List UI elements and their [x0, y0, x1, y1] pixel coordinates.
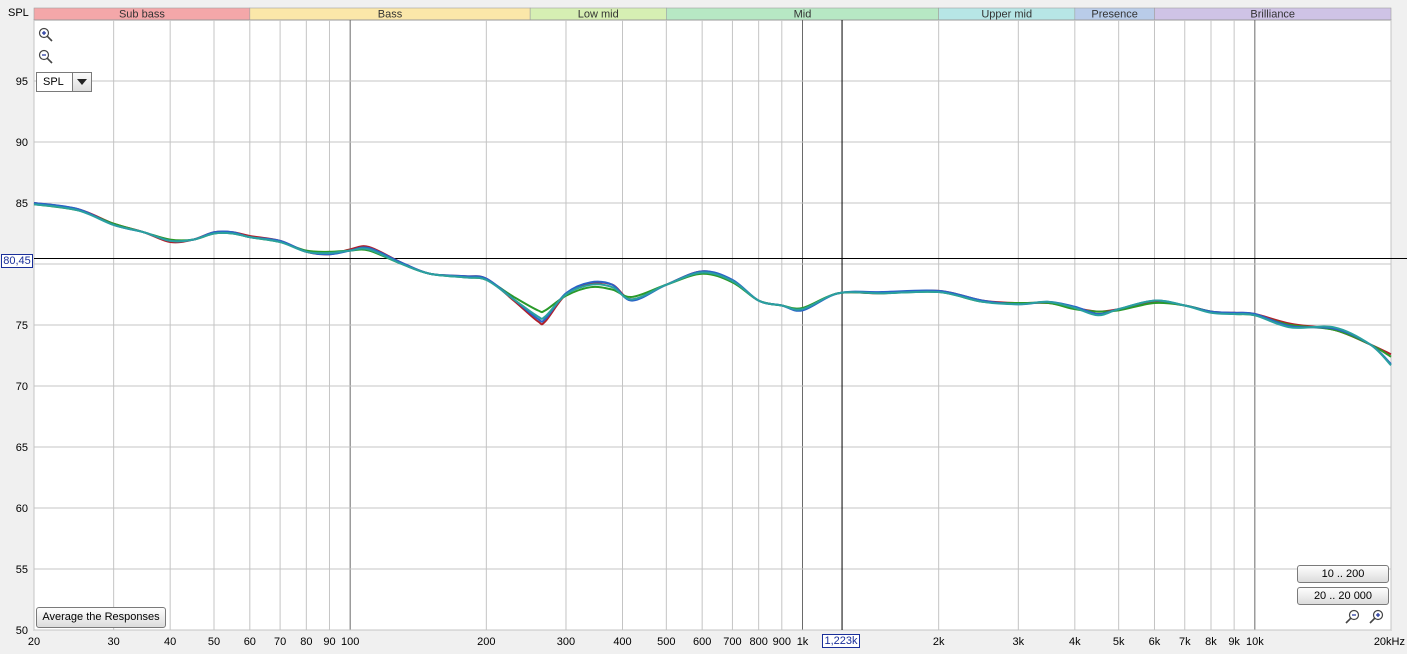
y-tick-label: 85 [16, 198, 28, 210]
x-tick-label: 700 [723, 636, 741, 648]
x-tick-label: 30 [108, 636, 120, 648]
x-tick-label: 50 [208, 636, 220, 648]
x-tick-label: 9k [1228, 636, 1240, 648]
y-axis-ticks: 50556065707580859095 [16, 76, 28, 637]
x-tick-label: 20 [28, 636, 40, 648]
x-tick-label: 6k [1149, 636, 1161, 648]
y-tick-label: 50 [16, 625, 28, 637]
x-tick-label: 300 [557, 636, 575, 648]
y-tick-label: 95 [16, 76, 28, 88]
band-label: Brilliance [1250, 9, 1295, 21]
zoom-in-icon[interactable] [1368, 609, 1384, 625]
x-tick-label: 90 [323, 636, 335, 648]
x-tick-label: 70 [274, 636, 286, 648]
measurement-type-select[interactable]: SPL [36, 72, 92, 92]
x-tick-label: 5k [1113, 636, 1125, 648]
x-tick-label: 100 [341, 636, 359, 648]
x-tick-label: 900 [773, 636, 791, 648]
chevron-down-icon[interactable] [72, 73, 91, 91]
x-axis-ticks: 20 30 40 50 60 70 80 90 100 200 300 400 500 600 700 800… [28, 636, 1405, 648]
range-10-200-button[interactable]: 10 .. 200 [1297, 565, 1389, 583]
cursor-x-readout: 1,223k [822, 634, 860, 648]
range-20-20000-button[interactable]: 20 .. 20 000 [1297, 587, 1389, 605]
average-responses-button[interactable]: Average the Responses [36, 607, 166, 628]
band-label: Sub bass [119, 9, 165, 21]
zoom-out-icon[interactable] [38, 49, 54, 65]
x-tick-label: 600 [693, 636, 711, 648]
x-tick-label: 7k [1179, 636, 1191, 648]
y-tick-label: 55 [16, 564, 28, 576]
x-tick-label: 8k [1205, 636, 1217, 648]
frequency-band-strip: Sub bass Bass Low mid Mid Upper mid Presence B… [33, 7, 1392, 21]
x-tick-label: 800 [749, 636, 767, 648]
band-label: Upper mid [981, 9, 1032, 21]
y-tick-label: 90 [16, 137, 28, 149]
band-label: Mid [794, 9, 812, 21]
y-tick-label: 70 [16, 381, 28, 393]
x-tick-label: 200 [477, 636, 495, 648]
rew-spl-graph-window: Sub bass Bass Low mid Mid Upper mid Presence B… [0, 0, 1407, 654]
y-axis-title: SPL [8, 7, 29, 19]
zoom-in-icon[interactable] [38, 27, 54, 43]
x-tick-label: 4k [1069, 636, 1081, 648]
measurement-type-value: SPL [43, 76, 64, 88]
x-tick-label: 1k [797, 636, 809, 648]
x-tick-label: 400 [613, 636, 631, 648]
zoom-out-icon[interactable] [1344, 609, 1360, 625]
spl-plot[interactable]: Sub bass Bass Low mid Mid Upper mid Presence B… [0, 0, 1407, 654]
y-tick-label: 75 [16, 320, 28, 332]
x-tick-label: 20kHz [1374, 636, 1405, 648]
y-tick-label: 60 [16, 503, 28, 515]
x-tick-label: 80 [300, 636, 312, 648]
cursor-y-readout: 80,45 [1, 254, 33, 268]
x-tick-label: 500 [657, 636, 675, 648]
band-label: Low mid [578, 9, 619, 21]
x-tick-label: 2k [933, 636, 945, 648]
x-tick-label: 10k [1246, 636, 1264, 648]
x-tick-label: 40 [164, 636, 176, 648]
x-tick-label: 60 [244, 636, 256, 648]
band-label: Bass [378, 9, 403, 21]
y-tick-label: 65 [16, 442, 28, 454]
band-label: Presence [1091, 9, 1137, 21]
x-tick-label: 3k [1013, 636, 1025, 648]
